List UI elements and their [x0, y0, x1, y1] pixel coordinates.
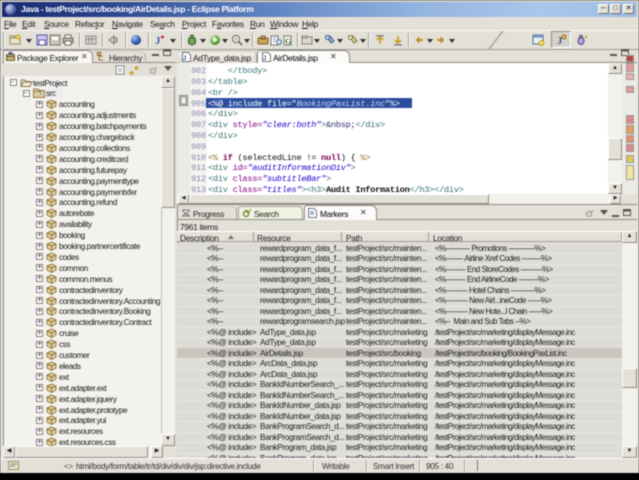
svg-text:J: J [263, 56, 266, 62]
svg-text:J: J [155, 35, 161, 46]
svg-text:G: G [285, 37, 291, 46]
svg-text:¶: ¶ [39, 90, 42, 96]
svg-text:J: J [183, 56, 186, 62]
